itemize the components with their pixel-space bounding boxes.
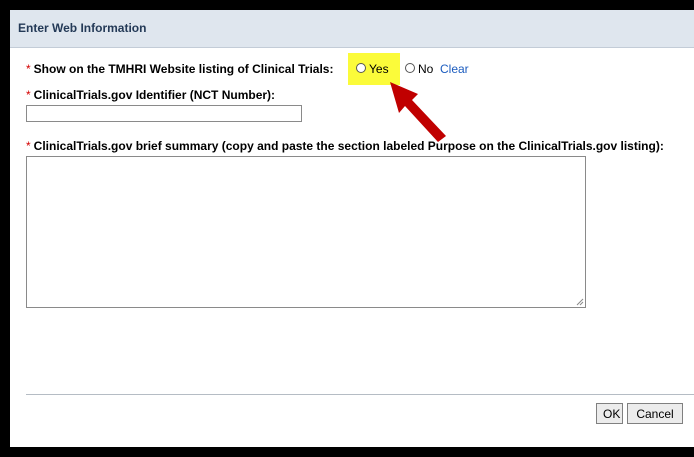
required-marker: *	[26, 139, 31, 153]
required-marker: *	[26, 62, 31, 76]
clear-selection-link[interactable]: Clear	[440, 62, 469, 76]
web-information-dialog: Enter Web Information * Show on the TMHRI…	[10, 10, 694, 447]
radio-no-icon[interactable]	[405, 63, 415, 73]
cancel-button[interactable]: Cancel	[627, 403, 683, 424]
required-marker: *	[26, 88, 31, 102]
radio-option-yes[interactable]: Yes	[356, 62, 389, 76]
brief-summary-textarea[interactable]	[26, 156, 586, 308]
nct-number-input[interactable]	[26, 105, 302, 122]
dialog-titlebar: Enter Web Information	[10, 10, 694, 48]
resize-grip-icon[interactable]	[576, 298, 584, 306]
brief-summary-label: * ClinicalTrials.gov brief summary (copy …	[26, 139, 664, 153]
footer-divider	[26, 394, 694, 395]
ok-button[interactable]: OK	[596, 403, 623, 424]
radio-yes-icon[interactable]	[356, 63, 366, 73]
radio-yes-label: Yes	[369, 62, 389, 76]
radio-no-label: No	[418, 62, 434, 76]
show-on-website-label: * Show on the TMHRI Website listing of Cl…	[26, 62, 334, 76]
nct-number-label: * ClinicalTrials.gov Identifier (NCT Numb…	[26, 88, 276, 102]
annotation-arrow-icon	[390, 82, 446, 142]
dialog-title: Enter Web Information	[18, 21, 147, 35]
radio-option-no[interactable]: No	[405, 62, 433, 76]
